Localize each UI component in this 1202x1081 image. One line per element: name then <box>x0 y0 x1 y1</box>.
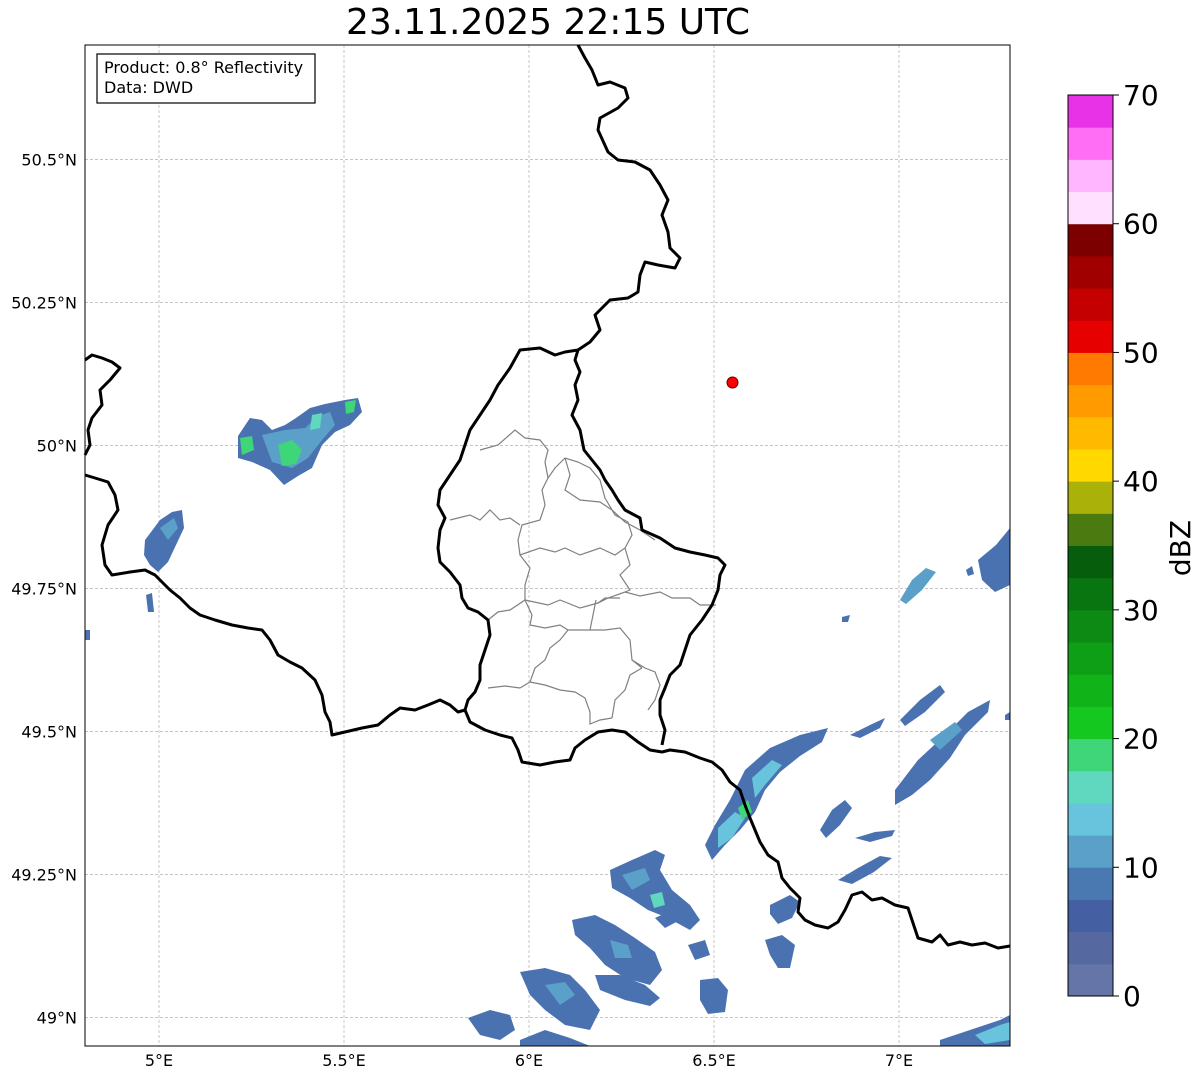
colorbar-swatch <box>1068 899 1113 933</box>
colorbar-swatch <box>1068 931 1113 965</box>
colorbar-swatch <box>1068 352 1113 386</box>
latitude-labels: 50.5°N 50.25°N 50°N 49.75°N 49.5°N 49.25°N 49°… <box>11 150 77 1027</box>
colorbar-swatches <box>1068 95 1113 997</box>
info-box: Product: 0.8° Reflectivity Data: DWD <box>96 53 316 104</box>
lat-tick-label: 50°N <box>37 436 77 455</box>
colorbar: 0 10 20 30 40 50 60 70 dBZ <box>1067 79 1197 1013</box>
colorbar-tick-label: 50 <box>1123 336 1159 369</box>
colorbar-ticks: 0 10 20 30 40 50 60 70 <box>1113 79 1159 1013</box>
colorbar-tick-label: 10 <box>1123 851 1159 884</box>
colorbar-swatch <box>1068 159 1113 193</box>
colorbar-swatch <box>1068 545 1113 579</box>
colorbar-swatch <box>1068 609 1113 643</box>
colorbar-swatch <box>1068 963 1113 997</box>
lon-tick-label: 7°E <box>885 1051 913 1070</box>
lat-tick-label: 49.25°N <box>11 865 77 884</box>
lon-tick-label: 6°E <box>515 1051 543 1070</box>
colorbar-tick-label: 0 <box>1123 980 1141 1013</box>
colorbar-swatch <box>1068 770 1113 804</box>
colorbar-unit-label: dBZ <box>1164 520 1197 576</box>
colorbar-swatch <box>1068 127 1113 160</box>
lat-tick-label: 49°N <box>37 1008 77 1027</box>
colorbar-swatch <box>1068 642 1113 675</box>
lat-tick-label: 49.75°N <box>11 579 77 598</box>
info-product: Product: 0.8° Reflectivity <box>104 58 303 77</box>
lat-tick-label: 50.5°N <box>21 150 77 169</box>
colorbar-swatch <box>1068 448 1113 482</box>
colorbar-swatch <box>1068 416 1113 450</box>
lat-tick-label: 50.25°N <box>11 293 77 312</box>
colorbar-swatch <box>1068 384 1113 418</box>
colorbar-swatch <box>1068 481 1113 514</box>
colorbar-swatch <box>1068 706 1113 740</box>
lon-tick-label: 5.5°E <box>322 1051 366 1070</box>
colorbar-swatch <box>1068 835 1113 868</box>
colorbar-swatch <box>1068 223 1113 257</box>
colorbar-swatch <box>1068 674 1113 707</box>
colorbar-swatch <box>1068 255 1113 289</box>
colorbar-swatch <box>1068 867 1113 900</box>
colorbar-swatch <box>1068 577 1113 611</box>
location-marker <box>726 376 739 389</box>
colorbar-swatch <box>1068 513 1113 546</box>
map-panel: Product: 0.8° Reflectivity Data: DWD <box>83 44 1011 1047</box>
colorbar-swatch <box>1068 738 1113 772</box>
colorbar-tick-label: 60 <box>1123 208 1159 241</box>
colorbar-swatch <box>1068 95 1113 128</box>
colorbar-tick-label: 70 <box>1123 79 1159 112</box>
info-data-source: Data: DWD <box>104 78 193 97</box>
colorbar-tick-label: 30 <box>1123 594 1159 627</box>
colorbar-swatch <box>1068 320 1113 353</box>
lon-tick-label: 5°E <box>145 1051 173 1070</box>
lon-tick-label: 6.5°E <box>692 1051 736 1070</box>
radar-map: Product: 0.8° Reflectivity Data: DWD 50.… <box>11 44 1197 1070</box>
colorbar-swatch <box>1068 191 1113 225</box>
longitude-labels: 5°E 5.5°E 6°E 6.5°E 7°E <box>145 1051 913 1070</box>
lat-tick-label: 49.5°N <box>21 722 77 741</box>
colorbar-tick-label: 20 <box>1123 723 1159 756</box>
colorbar-swatch <box>1068 802 1113 836</box>
colorbar-tick-label: 40 <box>1123 465 1159 498</box>
colorbar-swatch <box>1068 288 1113 321</box>
